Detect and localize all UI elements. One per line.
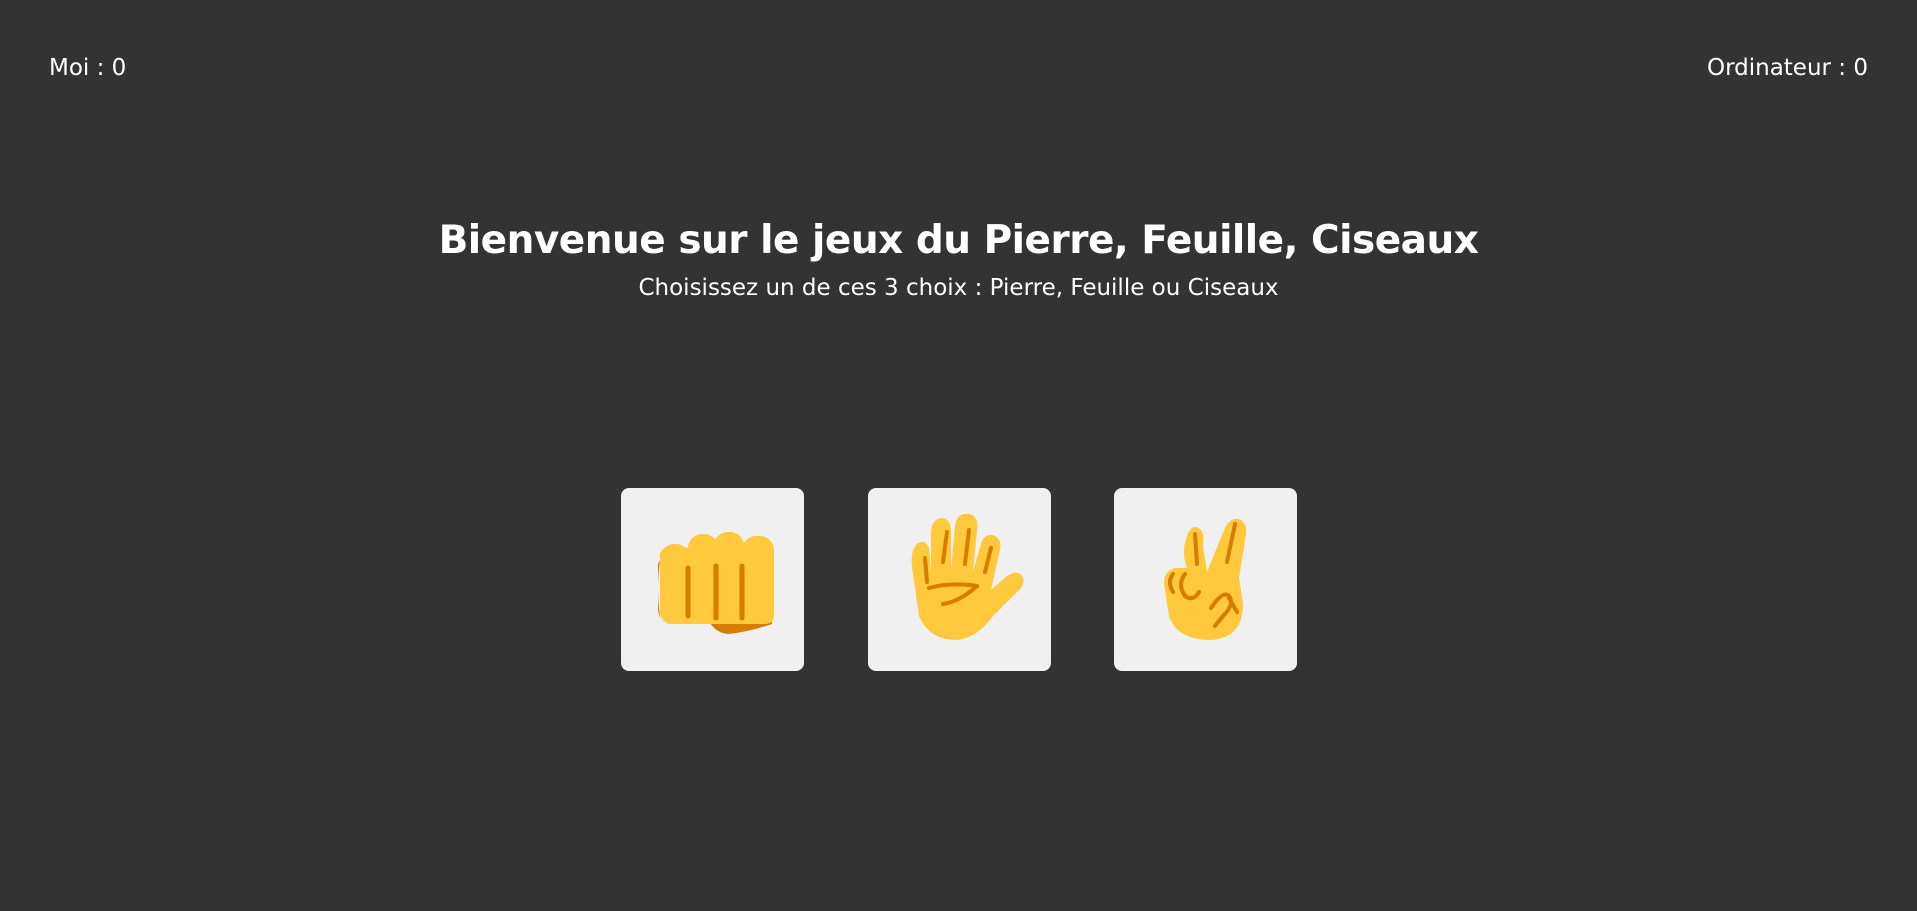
victory-hand-icon <box>1163 519 1246 640</box>
scissors-button[interactable] <box>1114 488 1297 671</box>
choices-row <box>0 488 1917 671</box>
paper-button[interactable] <box>868 488 1051 671</box>
player-score: Moi : 0 <box>49 55 127 81</box>
page-subtitle: Choisissez un de ces 3 choix : Pierre, F… <box>638 275 1279 301</box>
computer-score: Ordinateur : 0 <box>1706 55 1868 81</box>
page-title: Bienvenue sur le jeux du Pierre, Feuille… <box>438 218 1479 263</box>
raised-fist-icon <box>657 531 774 634</box>
raised-hand-icon <box>911 513 1023 640</box>
rock-button[interactable] <box>621 488 804 671</box>
